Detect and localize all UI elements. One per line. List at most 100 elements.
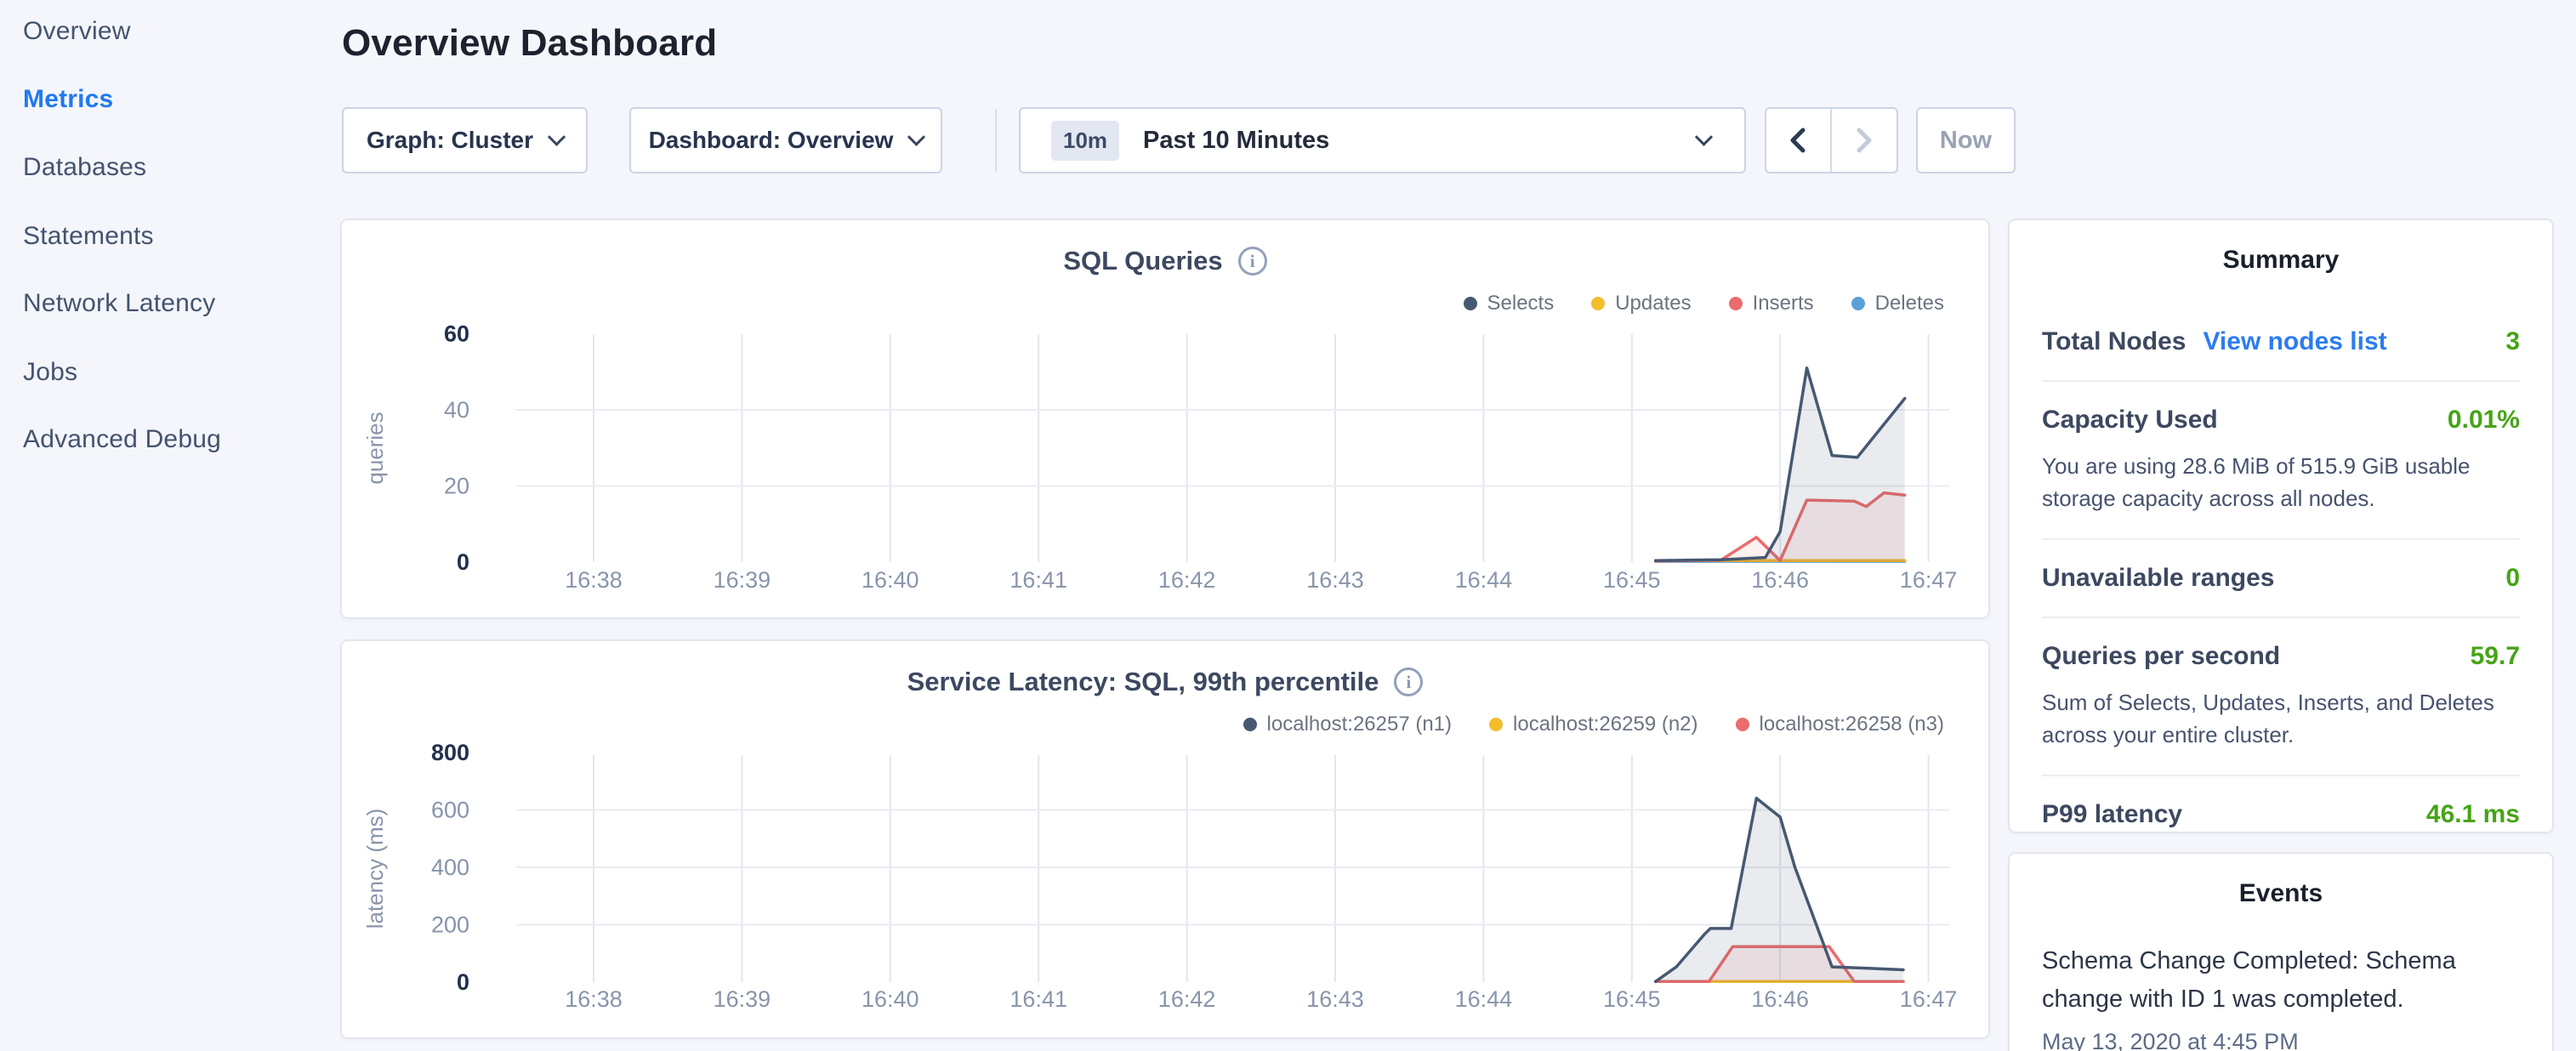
chevron-down-icon <box>1695 128 1713 145</box>
sql-queries-chart: 16:3816:3916:4016:4116:4216:4316:4416:45… <box>342 314 1992 621</box>
svg-text:latency (ms): latency (ms) <box>362 809 388 929</box>
dashboard-dropdown[interactable]: Dashboard: Overview <box>629 107 942 173</box>
summary-label: Total Nodes <box>2042 327 2186 356</box>
legend-dot-icon <box>1736 718 1749 731</box>
sidebar: Overview Metrics Databases Statements Ne… <box>0 0 340 1051</box>
info-icon[interactable]: i <box>1238 247 1267 276</box>
now-button[interactable]: Now <box>1916 107 2016 173</box>
svg-text:16:41: 16:41 <box>1009 986 1067 1012</box>
sidebar-item-network-latency[interactable]: Network Latency <box>23 289 215 318</box>
legend-item-node1[interactable]: localhost:26257 (n1) <box>1243 713 1452 736</box>
summary-value: 0 <box>2505 564 2520 593</box>
step-back-button[interactable] <box>1766 109 1832 172</box>
chevron-down-icon <box>548 128 566 145</box>
summary-label: Capacity Used <box>2042 406 2218 435</box>
legend-item-node3[interactable]: localhost:26258 (n3) <box>1736 713 1944 736</box>
svg-text:16:45: 16:45 <box>1603 986 1661 1012</box>
service-latency-chart: 16:3816:3916:4016:4116:4216:4316:4416:45… <box>342 735 1992 1034</box>
svg-text:16:47: 16:47 <box>1900 567 1958 593</box>
summary-subtext: You are using 28.6 MiB of 515.9 GiB usab… <box>2042 450 2520 514</box>
svg-text:40: 40 <box>444 397 469 423</box>
svg-text:16:44: 16:44 <box>1455 567 1513 593</box>
summary-row-total-nodes: Total Nodes View nodes list 3 <box>2042 304 2520 380</box>
svg-text:400: 400 <box>431 855 469 880</box>
legend-dot-icon <box>1729 297 1743 310</box>
legend-item-deletes[interactable]: Deletes <box>1851 292 1944 315</box>
graph-dropdown[interactable]: Graph: Cluster <box>342 107 588 173</box>
sql-queries-chart-card: SQL Queries i Selects Updates Inserts De… <box>340 219 1990 619</box>
page-title: Overview Dashboard <box>342 22 717 65</box>
summary-label: Unavailable ranges <box>2042 564 2274 593</box>
svg-text:60: 60 <box>444 321 469 347</box>
service-latency-chart-card: Service Latency: SQL, 99th percentile i … <box>340 639 1990 1039</box>
chart-legend: Selects Updates Inserts Deletes <box>1464 292 1945 315</box>
chart-legend: localhost:26257 (n1) localhost:26259 (n2… <box>1243 713 1944 736</box>
chevron-down-icon <box>907 128 925 145</box>
legend-item-node2[interactable]: localhost:26259 (n2) <box>1489 713 1697 736</box>
svg-text:16:40: 16:40 <box>862 986 919 1012</box>
chart-title: Service Latency: SQL, 99th percentile <box>907 667 1379 697</box>
summary-title: Summary <box>2042 246 2520 275</box>
svg-text:600: 600 <box>431 798 469 823</box>
legend-label: Updates <box>1615 292 1691 315</box>
legend-label: localhost:26257 (n1) <box>1267 713 1452 736</box>
svg-text:16:42: 16:42 <box>1158 567 1216 593</box>
legend-dot-icon <box>1489 718 1503 731</box>
sidebar-item-advanced-debug[interactable]: Advanced Debug <box>23 425 221 454</box>
summary-row-queries-per-second: Queries per second 59.7 Sum of Selects, … <box>2042 616 2520 775</box>
summary-value: 46.1 ms <box>2426 800 2520 829</box>
time-range-label: Past 10 Minutes <box>1143 127 1329 155</box>
event-message[interactable]: Schema Change Completed: Schema change w… <box>2042 942 2520 1019</box>
events-panel: Events Schema Change Completed: Schema c… <box>2008 852 2554 1051</box>
summary-value: 59.7 <box>2471 642 2520 671</box>
legend-item-inserts[interactable]: Inserts <box>1729 292 1814 315</box>
time-range-dropdown[interactable]: 10m Past 10 Minutes <box>1019 107 1746 173</box>
svg-text:16:41: 16:41 <box>1009 567 1067 593</box>
svg-text:200: 200 <box>431 912 469 938</box>
info-icon[interactable]: i <box>1394 668 1423 696</box>
sidebar-item-metrics[interactable]: Metrics <box>23 85 113 114</box>
summary-subtext: Sum of Selects, Updates, Inserts, and De… <box>2042 686 2520 751</box>
step-forward-button[interactable] <box>1832 109 1897 172</box>
legend-label: localhost:26259 (n2) <box>1513 713 1697 736</box>
event-timestamp: May 13, 2020 at 4:45 PM <box>2042 1029 2520 1051</box>
legend-label: localhost:26258 (n3) <box>1760 713 1944 736</box>
sidebar-item-overview[interactable]: Overview <box>23 17 131 46</box>
sidebar-item-databases[interactable]: Databases <box>23 153 146 182</box>
svg-text:16:40: 16:40 <box>862 567 919 593</box>
summary-row-capacity-used: Capacity Used 0.01% You are using 28.6 M… <box>2042 380 2520 538</box>
legend-label: Inserts <box>1753 292 1814 315</box>
legend-dot-icon <box>1851 297 1865 310</box>
svg-text:16:46: 16:46 <box>1751 567 1809 593</box>
chart-title: SQL Queries <box>1063 246 1222 276</box>
svg-text:16:39: 16:39 <box>714 567 771 593</box>
svg-text:16:39: 16:39 <box>714 986 771 1012</box>
svg-text:16:44: 16:44 <box>1455 986 1513 1012</box>
events-title: Events <box>2042 879 2520 908</box>
svg-text:16:43: 16:43 <box>1306 567 1364 593</box>
legend-dot-icon <box>1464 297 1477 310</box>
legend-dot-icon <box>1591 297 1605 310</box>
legend-item-selects[interactable]: Selects <box>1464 292 1555 315</box>
summary-value: 3 <box>2505 327 2520 356</box>
svg-text:16:47: 16:47 <box>1900 986 1958 1012</box>
svg-text:16:46: 16:46 <box>1751 986 1809 1012</box>
now-button-label: Now <box>1940 127 1992 155</box>
svg-text:queries: queries <box>362 412 388 484</box>
summary-value: 0.01% <box>2448 406 2520 435</box>
view-nodes-list-link[interactable]: View nodes list <box>2203 327 2386 356</box>
legend-label: Deletes <box>1875 292 1944 315</box>
summary-row-p99-latency: P99 latency 46.1 ms <box>2042 775 2520 853</box>
summary-panel: Summary Total Nodes View nodes list 3 Ca… <box>2008 219 2554 833</box>
sidebar-item-jobs[interactable]: Jobs <box>23 358 77 387</box>
legend-item-updates[interactable]: Updates <box>1591 292 1691 315</box>
summary-label: Queries per second <box>2042 642 2280 671</box>
toolbar-divider <box>995 109 997 172</box>
sidebar-item-statements[interactable]: Statements <box>23 222 154 251</box>
dashboard-dropdown-label: Dashboard: Overview <box>649 127 894 154</box>
chevron-right-icon <box>1853 126 1875 155</box>
graph-dropdown-label: Graph: Cluster <box>367 127 533 154</box>
legend-dot-icon <box>1243 718 1257 731</box>
svg-text:0: 0 <box>457 969 469 995</box>
svg-text:800: 800 <box>431 740 469 765</box>
